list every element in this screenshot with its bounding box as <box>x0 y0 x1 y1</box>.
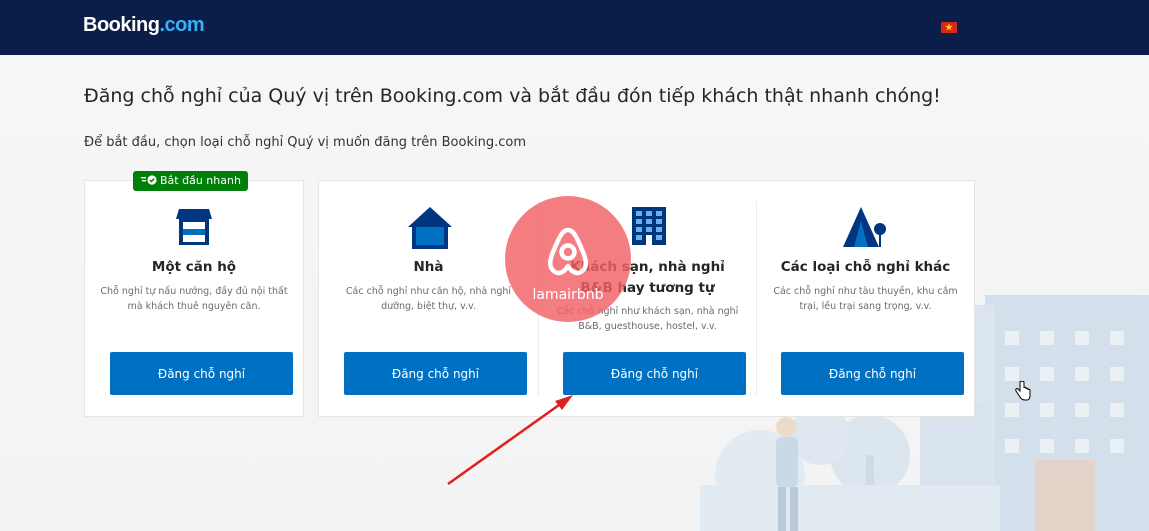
list-property-button[interactable]: Đăng chỗ nghỉ <box>781 352 964 395</box>
option-description: Các chỗ nghỉ như tàu thuyền, khu cắm trạ… <box>773 286 958 312</box>
option-title: Một căn hộ <box>151 259 237 275</box>
list-property-button[interactable]: Đăng chỗ nghỉ <box>110 352 293 395</box>
airbnb-logo-icon <box>548 227 588 276</box>
vietnam-flag-icon[interactable] <box>941 22 957 33</box>
page-title: Đăng chỗ nghỉ của Quý vị trên Booking.co… <box>84 85 941 107</box>
quick-check-icon <box>141 175 157 185</box>
logo-text-domain: .com <box>159 14 205 36</box>
apartment-icon <box>176 207 212 249</box>
page-subtitle: Để bắt đầu, chọn loại chỗ nghỉ Quý vị mu… <box>84 135 526 150</box>
top-header: Booking.com <box>0 0 1149 55</box>
list-property-button[interactable]: Đăng chỗ nghỉ <box>344 352 527 395</box>
quick-start-badge: Bắt đầu nhanh <box>133 171 248 191</box>
badge-label: Bắt đầu nhanh <box>160 174 241 187</box>
list-property-button[interactable]: Đăng chỗ nghỉ <box>563 352 746 395</box>
house-icon <box>408 207 452 253</box>
booking-logo[interactable]: Booking.com <box>83 14 205 37</box>
property-option-other[interactable]: Các loại chỗ nghỉ khác Các chỗ nghỉ như … <box>757 181 974 418</box>
property-option-apartment[interactable]: Một căn hộ Chỗ nghỉ tự nấu nướng, đầy đủ… <box>84 180 304 417</box>
option-description: Chỗ nghỉ tự nấu nướng, đầy đủ nội thất m… <box>100 286 288 312</box>
property-options-group: Nhà Các chỗ nghỉ như căn hộ, nhà nghỉ dư… <box>318 180 975 417</box>
logo-text-main: Booking <box>83 14 160 36</box>
watermark-text: lamairbnb <box>532 287 604 303</box>
hotel-icon <box>632 207 666 249</box>
option-title: Các loại chỗ nghỉ khác <box>780 259 951 275</box>
lamairbnb-watermark: lamairbnb <box>505 196 631 322</box>
apartment-column: Một căn hộ Chỗ nghỉ tự nấu nướng, đầy đủ… <box>85 181 303 418</box>
option-description: Các chỗ nghỉ như căn hộ, nhà nghỉ dưỡng,… <box>345 286 512 312</box>
tent-icon <box>843 207 889 251</box>
hand-cursor-icon <box>1015 381 1031 401</box>
